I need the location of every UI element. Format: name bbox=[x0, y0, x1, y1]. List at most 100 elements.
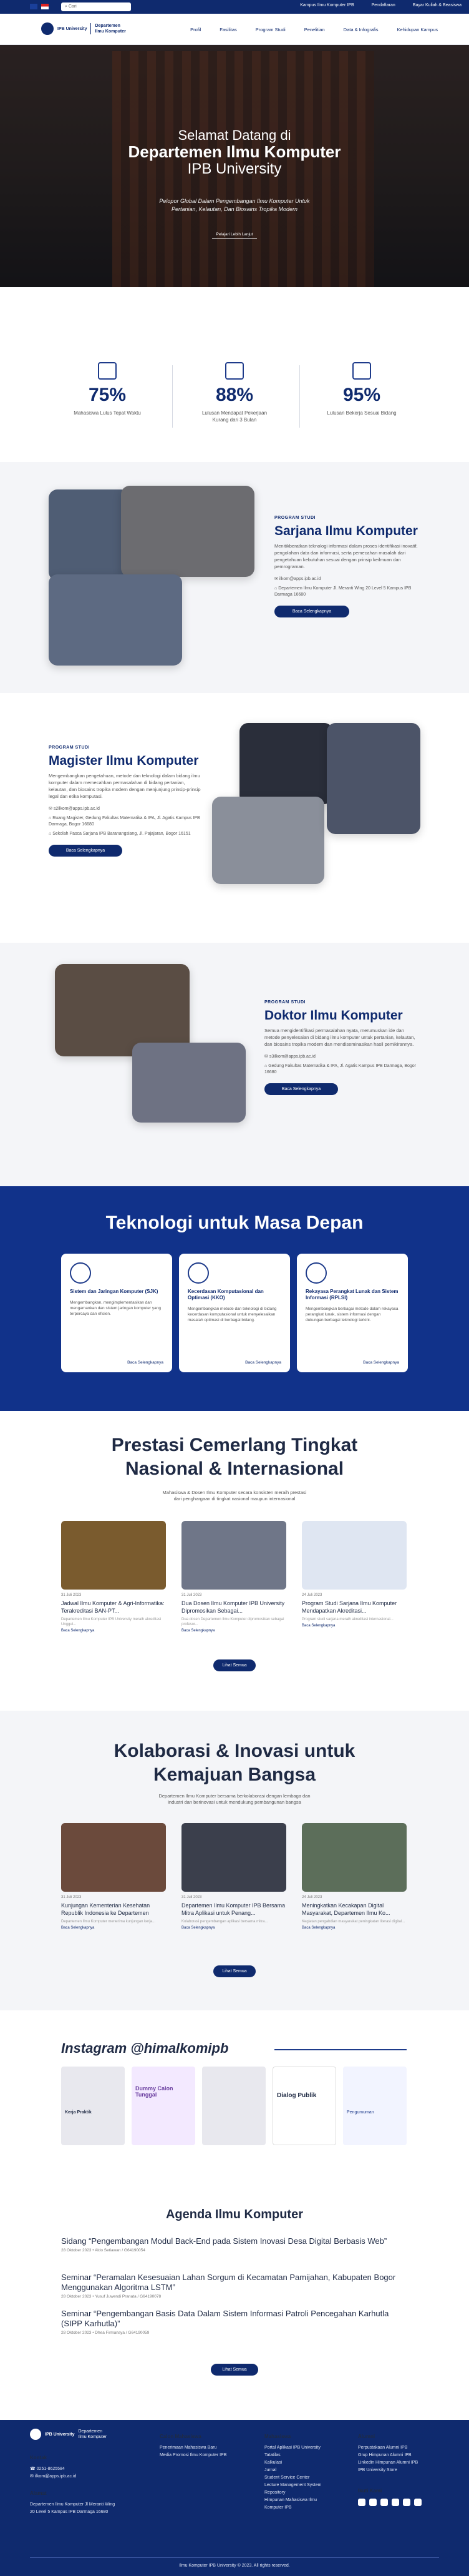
top-link-registration[interactable]: Pendaftaran bbox=[372, 3, 395, 7]
collab-card[interactable]: 31 Juli 2023 Departemen Ilmu Komputer IP… bbox=[181, 1823, 286, 1930]
nav-profil[interactable]: Profil bbox=[190, 27, 201, 32]
graduation-icon bbox=[98, 362, 117, 380]
facebook-icon[interactable] bbox=[380, 2499, 388, 2506]
magister-photo-1 bbox=[239, 723, 333, 804]
program-description: Mengembangkan pengetahuan, metode dan te… bbox=[49, 773, 201, 799]
main-nav: IPB University Departemen Ilmu Komputer P… bbox=[0, 14, 469, 45]
read-more-link[interactable]: Baca Selengkapnya bbox=[61, 1926, 166, 1930]
news-image bbox=[181, 1823, 286, 1892]
news-image bbox=[61, 1521, 166, 1590]
doktor-photo-2 bbox=[132, 1043, 246, 1123]
collab-card[interactable]: 31 Juli 2023 Kunjungan Kementerian Keseh… bbox=[61, 1823, 166, 1930]
footer-link[interactable]: Tatatilas bbox=[264, 2452, 333, 2459]
collab-subtitle: Departemen Ilmu Komputer bersama berkola… bbox=[158, 1793, 311, 1805]
instagram-post[interactable]: Dialog Publik bbox=[273, 2067, 336, 2145]
top-link-campus[interactable]: Kampus Ilmu Komputer IPB bbox=[300, 3, 354, 7]
hero-line1: Selamat Datang di bbox=[178, 127, 291, 143]
program-tag: PROGRAM STUDI bbox=[264, 1000, 306, 1005]
achievement-card[interactable]: 24 Juli 2023 Program Studi Sarjana Ilmu … bbox=[302, 1521, 407, 1628]
tech-card-rplsi[interactable]: Rekayasa Perangkat Lunak dan Sistem Info… bbox=[297, 1254, 408, 1372]
stat-on-time: 75% Mahasiswa Lulus Tepat Waktu bbox=[45, 362, 170, 416]
agenda-item[interactable]: Sidang “Pengembangan Modul Back-End pada… bbox=[61, 2236, 408, 2253]
footer-link[interactable]: Linkedin Himpunan Alumni IPB bbox=[358, 2459, 422, 2467]
network-icon bbox=[70, 1262, 91, 1284]
hero-cta-link[interactable]: Pelajari Lebih Lanjut bbox=[212, 232, 257, 239]
read-more-link[interactable]: Baca Selengkapnya bbox=[363, 1360, 399, 1365]
achievement-card[interactable]: 31 Juli 2023 Jadwal Ilmu Komputer & Agri… bbox=[61, 1521, 166, 1633]
footer-logo[interactable]: IPB University Departemen Ilmu Komputer bbox=[30, 2429, 107, 2440]
read-more-link[interactable]: Baca Selengkapnya bbox=[245, 1360, 281, 1365]
instagram-post[interactable]: Dummy Calon Tunggal bbox=[132, 2067, 195, 2145]
footer-phone[interactable]: ☎ 0251-8625584 bbox=[30, 2465, 117, 2473]
x-twitter-icon[interactable] bbox=[369, 2499, 377, 2506]
uk-flag-icon[interactable] bbox=[30, 4, 37, 9]
achievements-see-all-button[interactable]: Lihat Semua bbox=[213, 1659, 256, 1671]
sarjana-read-more-button[interactable]: Baca Selengkapnya bbox=[274, 606, 349, 617]
footer-link[interactable]: Perpustakaan Alumni IPB bbox=[358, 2444, 422, 2452]
site-logo[interactable]: IPB University Departemen Ilmu Komputer bbox=[41, 22, 126, 35]
id-flag-icon[interactable] bbox=[41, 4, 49, 9]
brain-icon bbox=[188, 1262, 209, 1284]
footer-link[interactable]: Himpunan Mahasiswa Ilmu Komputer IPB bbox=[264, 2497, 333, 2512]
read-more-link[interactable]: Baca Selengkapnya bbox=[61, 1629, 166, 1633]
read-more-link[interactable]: Baca Selengkapnya bbox=[127, 1360, 163, 1365]
instagram-icon[interactable] bbox=[358, 2499, 365, 2506]
achievements-title: Prestasi Cemerlang Tingkat Nasional & In… bbox=[111, 1435, 358, 1479]
footer-link[interactable]: IPB University Store bbox=[358, 2467, 422, 2474]
footer-link[interactable]: Kalkulasi bbox=[264, 2459, 333, 2467]
program-magister-section: PROGRAM STUDI Magister Ilmu Komputer Men… bbox=[0, 693, 469, 943]
tech-card-kko[interactable]: Kecerdasan Komputasional dan Optimasi (K… bbox=[179, 1254, 290, 1372]
footer-copyright: Ilmu Komputer IPB University © 2023. All… bbox=[179, 2564, 290, 2568]
agenda-item[interactable]: Seminar “Peramalan Kesesuaian Lahan Sorg… bbox=[61, 2273, 408, 2299]
achievement-card[interactable]: 31 Juli 2023 Dua Dosen Ilmu Komputer IPB… bbox=[181, 1521, 286, 1633]
footer-link[interactable]: Lecture Management System bbox=[264, 2482, 333, 2489]
nav-fasilitas[interactable]: Fasilitas bbox=[220, 27, 237, 32]
read-more-link[interactable]: Baca Selengkapnya bbox=[302, 1926, 407, 1930]
footer-link[interactable]: Repository bbox=[264, 2489, 333, 2497]
code-icon bbox=[306, 1262, 327, 1284]
footer-link[interactable]: Penerimaan Mahasiswa Baru bbox=[160, 2444, 226, 2452]
footer-link[interactable]: Student Service Center bbox=[264, 2474, 333, 2482]
tiktok-icon[interactable] bbox=[392, 2499, 399, 2506]
badge-icon bbox=[352, 362, 371, 380]
news-image bbox=[181, 1521, 286, 1590]
top-link-tuition[interactable]: Bayar Kuliah & Beasiswa bbox=[413, 3, 462, 7]
tech-card-sjk[interactable]: Sistem dan Jaringan Komputer (SJK) Menge… bbox=[61, 1254, 172, 1372]
tech-title: Teknologi untuk Masa Depan bbox=[105, 1212, 364, 1233]
linkedin-icon[interactable] bbox=[403, 2499, 410, 2506]
program-email: ✉ ilkom@apps.ipb.ac.id bbox=[274, 577, 321, 581]
magister-read-more-button[interactable]: Baca Selengkapnya bbox=[49, 845, 122, 857]
footer-link[interactable]: Jurnal bbox=[264, 2467, 333, 2474]
footer-link[interactable]: Grup Himpunan Alumni IPB bbox=[358, 2452, 422, 2459]
collab-title: Kolaborasi & Inovasi untuk Kemajuan Bang… bbox=[114, 1741, 355, 1785]
nav-penelitian[interactable]: Penelitian bbox=[304, 27, 325, 32]
program-title: Doktor Ilmu Komputer bbox=[264, 1008, 403, 1023]
nav-program-studi[interactable]: Program Studi bbox=[256, 27, 286, 32]
instagram-post[interactable]: Kerja Praktik bbox=[61, 2067, 125, 2145]
instagram-post bbox=[202, 2067, 266, 2145]
program-title: Sarjana Ilmu Komputer bbox=[274, 524, 418, 538]
instagram-post[interactable]: Pengumuman bbox=[343, 2067, 407, 2145]
nav-kehidupan-kampus[interactable]: Kehidupan Kampus bbox=[397, 27, 438, 32]
read-more-link[interactable]: Baca Selengkapnya bbox=[181, 1629, 286, 1633]
collab-card[interactable]: 24 Juli 2023 Meningkatkan Kecakapan Digi… bbox=[302, 1823, 407, 1930]
footer-link[interactable]: Portal Aplikasi IPB University bbox=[264, 2444, 333, 2452]
read-more-link[interactable]: Baca Selengkapnya bbox=[302, 1624, 407, 1628]
hero-line3: IPB University bbox=[187, 160, 282, 177]
top-bar: ⌕ Cari Kampus Ilmu Komputer IPB Pendafta… bbox=[0, 0, 469, 14]
agenda-title: Agenda Ilmu Komputer bbox=[165, 2208, 303, 2221]
youtube-icon[interactable] bbox=[414, 2499, 422, 2506]
read-more-link[interactable]: Baca Selengkapnya bbox=[181, 1926, 286, 1930]
stat-employed: 88% Lulusan Mendapat Pekerjaan Kurang da… bbox=[172, 362, 297, 423]
agenda-item[interactable]: Seminar “Pengembangan Basis Data Dalam S… bbox=[61, 2309, 408, 2335]
agenda-see-all-button[interactable]: Lihat Semua bbox=[211, 2364, 258, 2376]
sarjana-photo-1 bbox=[49, 489, 130, 581]
nav-data-infografis[interactable]: Data & Infografis bbox=[344, 27, 379, 32]
footer-email[interactable]: ✉ ilkom@apps.ipb.ac.id bbox=[30, 2473, 117, 2480]
collab-see-all-button[interactable]: Lihat Semua bbox=[213, 1965, 256, 1977]
ipb-logo-icon bbox=[30, 2429, 41, 2440]
magister-photo-3 bbox=[327, 723, 420, 834]
search-input[interactable]: ⌕ Cari bbox=[61, 2, 131, 11]
doktor-read-more-button[interactable]: Baca Selengkapnya bbox=[264, 1083, 338, 1095]
footer-link[interactable]: Media Promosi Ilmu Komputer IPB bbox=[160, 2452, 226, 2459]
